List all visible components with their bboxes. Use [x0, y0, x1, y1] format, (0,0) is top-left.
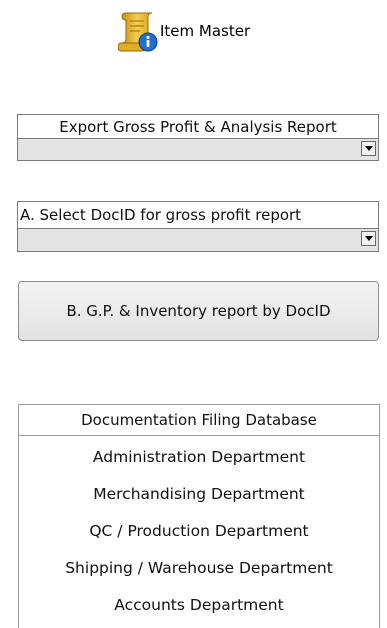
chevron-down-icon[interactable]	[361, 231, 376, 246]
docid-dropdown[interactable]	[17, 229, 379, 252]
documentation-filing-title: Documentation Filing Database	[19, 405, 379, 436]
documentation-filing-title-text: Documentation Filing Database	[81, 411, 317, 429]
item-master-header[interactable]: Item Master	[117, 8, 251, 54]
chevron-down-icon[interactable]	[361, 141, 376, 156]
gp-inventory-report-button[interactable]: B. G.P. & Inventory report by DocID	[18, 281, 379, 341]
doc-item-administration[interactable]: Administration Department	[19, 438, 379, 475]
doc-item-merchandising[interactable]: Merchandising Department	[19, 475, 379, 512]
scroll-info-icon	[117, 9, 158, 53]
gp-button-label: B. G.P. & Inventory report by DocID	[66, 302, 331, 320]
docid-label: A. Select DocID for gross profit report	[17, 201, 379, 229]
doc-item-qc-production[interactable]: QC / Production Department	[19, 512, 379, 549]
export-report-label: Export Gross Profit & Analysis Report	[17, 114, 379, 139]
doc-item-accounts[interactable]: Accounts Department	[19, 586, 379, 623]
page-title: Item Master	[160, 22, 251, 40]
documentation-filing-panel: Documentation Filing Database Administra…	[18, 404, 380, 628]
doc-item-shipping-warehouse[interactable]: Shipping / Warehouse Department	[19, 549, 379, 586]
docid-label-text: A. Select DocID for gross profit report	[20, 206, 302, 224]
export-report-dropdown[interactable]	[17, 139, 379, 161]
export-report-label-text: Export Gross Profit & Analysis Report	[59, 117, 337, 136]
